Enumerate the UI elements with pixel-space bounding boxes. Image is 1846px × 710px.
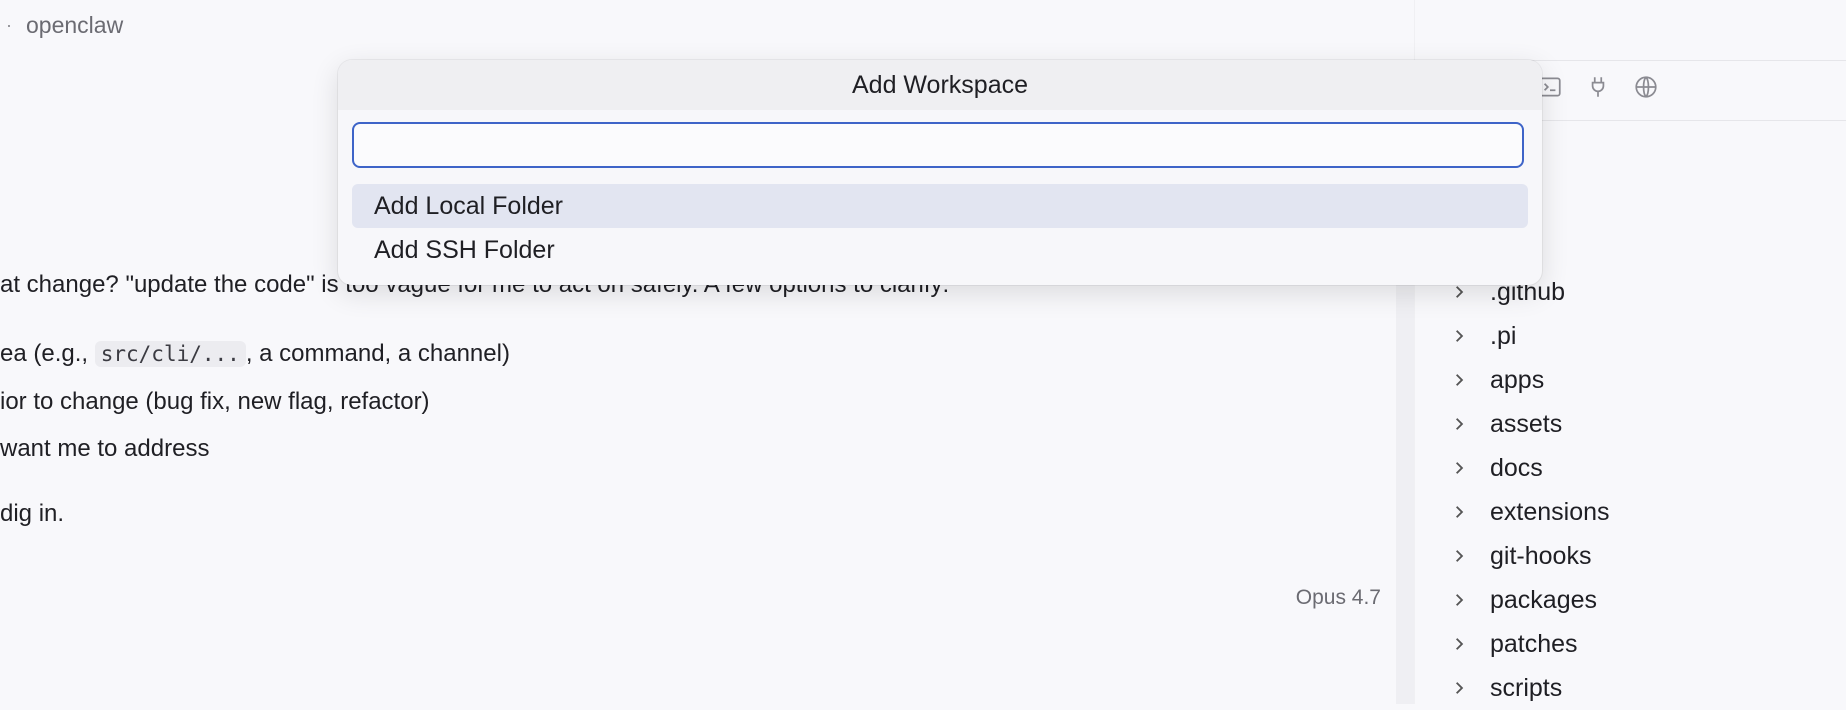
- chevron-right-icon: [1444, 461, 1474, 475]
- plug-icon[interactable]: [1583, 72, 1613, 102]
- file-tree-label: packages: [1490, 585, 1598, 614]
- chat-text: ea (e.g.,: [0, 340, 95, 367]
- file-tree-item[interactable]: packages: [1444, 578, 1844, 622]
- dialog-title: Add Workspace: [338, 60, 1542, 110]
- file-tree-label: git-hooks: [1490, 541, 1592, 570]
- chat-text: , a command, a channel): [245, 340, 510, 367]
- chevron-right-icon: [1444, 681, 1474, 695]
- chevron-right-icon: [1444, 505, 1474, 519]
- right-panel-toolbar: [1535, 72, 1661, 102]
- chevron-right-icon: [1444, 329, 1474, 343]
- add-workspace-dialog: Add Workspace Add Local Folder Add SSH F…: [338, 60, 1542, 285]
- chevron-right-icon: [1444, 417, 1474, 431]
- file-tree-label: docs: [1490, 453, 1543, 482]
- chevron-right-icon: [1444, 285, 1474, 299]
- chevron-right-icon: [1444, 373, 1474, 387]
- workspace-search-input[interactable]: [352, 122, 1524, 168]
- scrollbar[interactable]: [1396, 244, 1414, 704]
- inline-code: src/cli/...: [94, 341, 246, 367]
- model-label[interactable]: Opus 4.7: [1296, 586, 1381, 610]
- file-tree-item[interactable]: scripts: [1444, 666, 1844, 710]
- chevron-right-icon: [1444, 593, 1474, 607]
- chat-message-line: want me to address: [0, 435, 210, 462]
- chat-message-line: ea (e.g., src/cli/..., a command, a chan…: [0, 340, 510, 368]
- add-local-folder-option[interactable]: Add Local Folder: [352, 184, 1528, 228]
- file-tree-label: .pi: [1490, 321, 1517, 350]
- add-ssh-folder-option[interactable]: Add SSH Folder: [352, 228, 1528, 272]
- file-tree-label: scripts: [1490, 673, 1563, 702]
- file-tree-item[interactable]: git-hooks: [1444, 534, 1844, 578]
- file-tree: .github .pi apps assets docs extensions …: [1444, 270, 1844, 710]
- file-tree-item[interactable]: apps: [1444, 358, 1844, 402]
- file-tree-label: apps: [1490, 365, 1545, 394]
- globe-icon[interactable]: [1631, 72, 1661, 102]
- chat-message-line: dig in.: [0, 500, 65, 527]
- chat-message-line: ior to change (bug fix, new flag, refact…: [0, 388, 430, 415]
- file-tree-label: assets: [1490, 409, 1563, 438]
- file-tree-label: patches: [1490, 629, 1578, 658]
- chevron-right-icon: [1444, 549, 1474, 563]
- file-tree-item[interactable]: docs: [1444, 446, 1844, 490]
- file-tree-item[interactable]: .pi: [1444, 314, 1844, 358]
- file-tree-item[interactable]: assets: [1444, 402, 1844, 446]
- file-tree-label: extensions: [1490, 497, 1610, 526]
- file-tree-item[interactable]: extensions: [1444, 490, 1844, 534]
- chevron-right-icon: [1444, 637, 1474, 651]
- file-tree-item[interactable]: patches: [1444, 622, 1844, 666]
